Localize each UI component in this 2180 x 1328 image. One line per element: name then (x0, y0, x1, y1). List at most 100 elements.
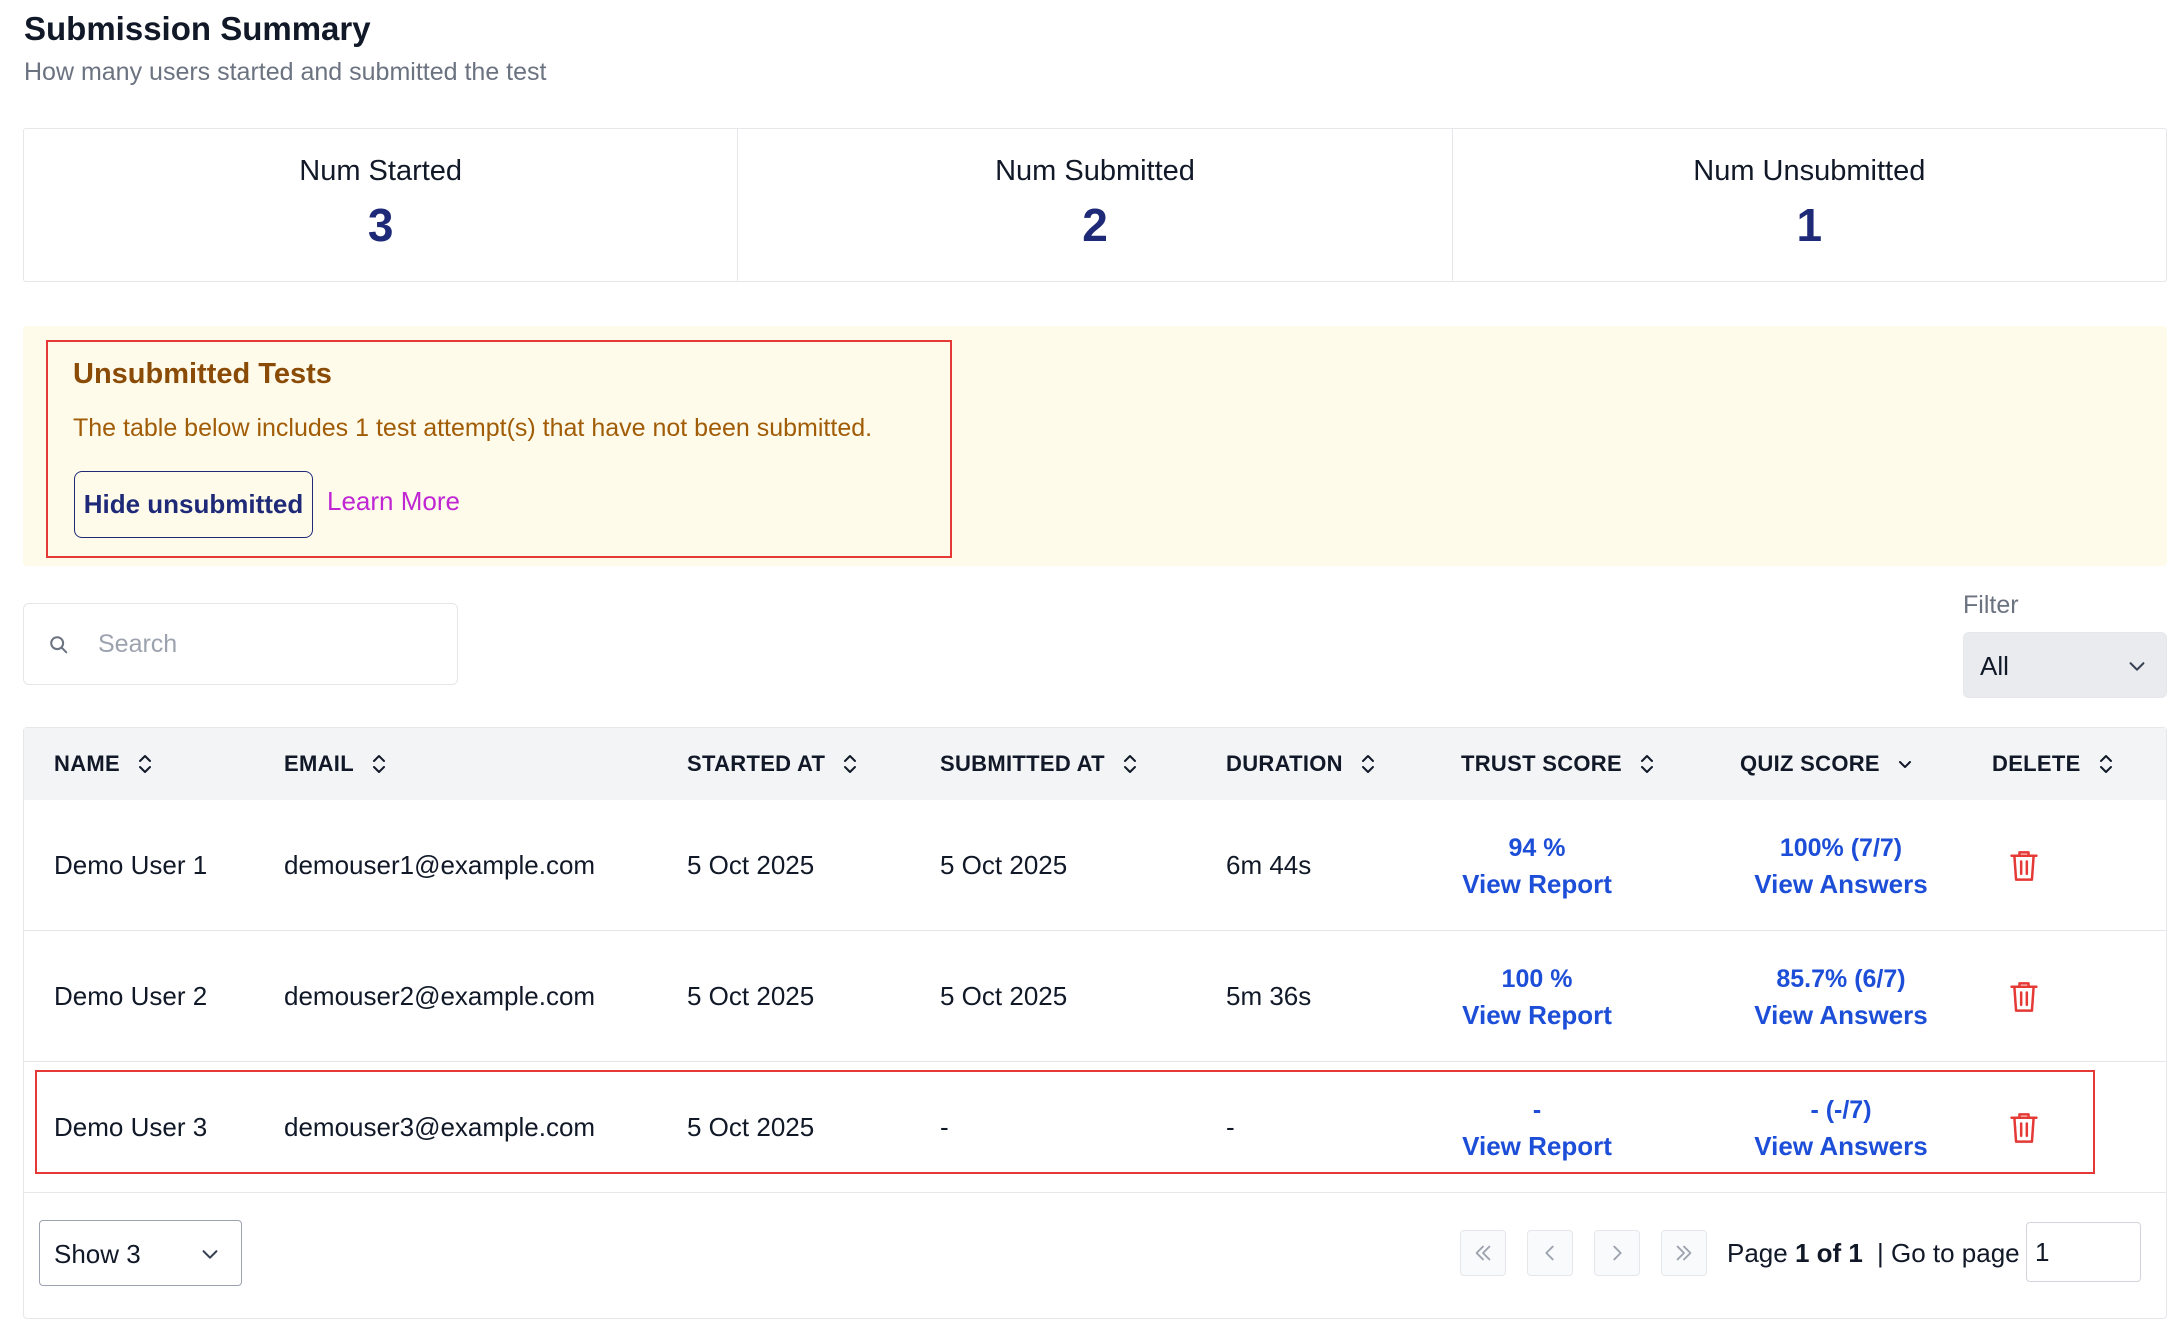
cell-email: demouser3@example.com (284, 1112, 596, 1142)
quiz-score-value: - (-/7) (1810, 1095, 1872, 1124)
trash-icon[interactable] (2009, 1111, 2039, 1145)
cell-name: Demo User 2 (54, 981, 208, 1011)
cell-started-at: 5 Oct 2025 (687, 981, 815, 1011)
stat-submitted: Num Submitted 2 (738, 129, 1453, 281)
column-header-trust-score[interactable]: TRUST SCORE (1461, 728, 1656, 800)
view-answers-link[interactable]: View Answers (1754, 866, 1927, 902)
cell-duration: 5m 36s (1226, 981, 1312, 1011)
stat-value: 1 (1796, 199, 1823, 251)
previous-page-button[interactable] (1527, 1230, 1573, 1276)
go-to-page-label: | Go to page (1877, 1238, 2020, 1268)
sort-icon (1640, 755, 1653, 773)
cell-duration: 6m 44s (1226, 850, 1312, 880)
view-answers-link[interactable]: View Answers (1754, 1128, 1927, 1164)
page-size-select[interactable]: Show 3 (39, 1220, 242, 1286)
chevron-down-icon (1898, 761, 1911, 768)
cell-trust-score: 100 % View Report (1461, 931, 1613, 1062)
next-page-button[interactable] (1594, 1230, 1640, 1276)
cell-duration: - (1226, 1112, 1235, 1142)
stat-started: Num Started 3 (24, 129, 739, 281)
submission-summary-page: Submission Summary How many users starte… (0, 0, 2180, 1328)
chevrons-right-icon (1676, 1245, 1692, 1261)
cell-delete (2009, 931, 2039, 1062)
page-subtitle: How many users started and submitted the… (24, 58, 547, 86)
stat-label: Num Unsubmitted (1693, 155, 1926, 187)
banner-text: The table below includes 1 test attempt(… (73, 414, 873, 442)
sort-icon (2099, 755, 2112, 773)
filter-label: Filter (1963, 591, 2019, 619)
trust-score-value: - (1532, 1095, 1542, 1124)
hide-unsubmitted-button[interactable]: Hide unsubmitted (74, 471, 313, 538)
sort-icon (138, 755, 151, 773)
chevron-left-icon (1545, 1245, 1554, 1261)
cell-email: demouser1@example.com (284, 850, 596, 880)
search-icon (50, 636, 68, 654)
view-report-link[interactable]: View Report (1462, 1128, 1612, 1164)
cell-quiz-score: 85.7% (6/7) View Answers (1750, 931, 1932, 1062)
sort-icon (1123, 755, 1136, 773)
first-page-button[interactable] (1460, 1230, 1506, 1276)
trash-icon[interactable] (2009, 980, 2039, 1014)
submissions-table: NAME EMAIL STARTED AT SUBMITTED AT DURAT… (23, 727, 2167, 1319)
column-header-delete[interactable]: DELETE (1992, 728, 2115, 800)
cell-delete (2009, 800, 2039, 931)
column-label: NAME (54, 751, 120, 776)
column-header-quiz-score[interactable]: QUIZ SCORE (1740, 728, 1914, 800)
last-page-button[interactable] (1661, 1230, 1707, 1276)
view-report-link[interactable]: View Report (1462, 866, 1612, 902)
cell-email: demouser2@example.com (284, 981, 596, 1011)
column-header-duration[interactable]: DURATION (1226, 728, 1377, 800)
page-prefix: Page (1727, 1238, 1795, 1268)
trust-score-value: 100 % (1501, 964, 1573, 993)
sort-icon (844, 755, 857, 773)
column-header-email[interactable]: EMAIL (284, 728, 388, 800)
cell-quiz-score: 100% (7/7) View Answers (1750, 800, 1932, 931)
go-to-page-input[interactable] (2026, 1222, 2141, 1282)
cell-trust-score: - View Report (1461, 1062, 1613, 1193)
column-header-submitted-at[interactable]: SUBMITTED AT (940, 728, 1139, 800)
column-header-name[interactable]: NAME (54, 728, 154, 800)
cell-submitted-at: 5 Oct 2025 (940, 981, 1068, 1011)
stat-value: 3 (367, 199, 394, 251)
chevron-down-icon (202, 1250, 218, 1259)
page-size-value: Show 3 (54, 1239, 141, 1269)
view-report-link[interactable]: View Report (1462, 997, 1612, 1033)
view-answers-link[interactable]: View Answers (1754, 997, 1927, 1033)
learn-more-link[interactable]: Learn More (327, 486, 460, 517)
cell-trust-score: 94 % View Report (1461, 800, 1613, 931)
column-label: DELETE (1992, 751, 2081, 776)
cell-submitted-at: 5 Oct 2025 (940, 850, 1068, 880)
stat-label: Num Submitted (995, 155, 1195, 187)
column-label: SUBMITTED AT (940, 751, 1105, 776)
column-header-started-at[interactable]: STARTED AT (687, 728, 859, 800)
cell-delete (2009, 1062, 2039, 1193)
page-indicator: Page 1 of 1 (1727, 1238, 1863, 1269)
stats-panel: Num Started 3 Num Submitted 2 Num Unsubm… (23, 128, 2167, 282)
quiz-score-value: 85.7% (6/7) (1776, 964, 1906, 993)
column-label: DURATION (1226, 751, 1343, 776)
search-input[interactable] (96, 622, 436, 666)
banner-title: Unsubmitted Tests (73, 358, 332, 390)
table-row: Demo User 1 demouser1@example.com 5 Oct … (24, 800, 2166, 931)
filter-select[interactable]: All (1963, 632, 2167, 698)
trash-icon[interactable] (2009, 849, 2039, 883)
column-label: QUIZ SCORE (1740, 751, 1880, 776)
page-title: Submission Summary (24, 10, 371, 47)
stat-label: Num Started (299, 155, 463, 187)
stat-value: 2 (1082, 199, 1108, 251)
filter-value: All (1980, 651, 2009, 681)
column-label: TRUST SCORE (1461, 751, 1622, 776)
sort-icon (372, 755, 385, 773)
cell-started-at: 5 Oct 2025 (687, 1112, 815, 1142)
chevron-down-icon (2129, 662, 2145, 671)
quiz-score-value: 100% (7/7) (1779, 833, 1903, 862)
sort-icon (1361, 755, 1374, 773)
table-header: NAME EMAIL STARTED AT SUBMITTED AT DURAT… (24, 728, 2166, 800)
cell-started-at: 5 Oct 2025 (687, 850, 815, 880)
chevron-right-icon (1613, 1245, 1622, 1261)
chevrons-left-icon (1475, 1245, 1491, 1261)
cell-name: Demo User 3 (54, 1112, 208, 1142)
stat-unsubmitted: Num Unsubmitted 1 (1453, 129, 2166, 281)
table-row: Demo User 2 demouser2@example.com 5 Oct … (24, 931, 2166, 1062)
search-box[interactable] (23, 603, 458, 685)
